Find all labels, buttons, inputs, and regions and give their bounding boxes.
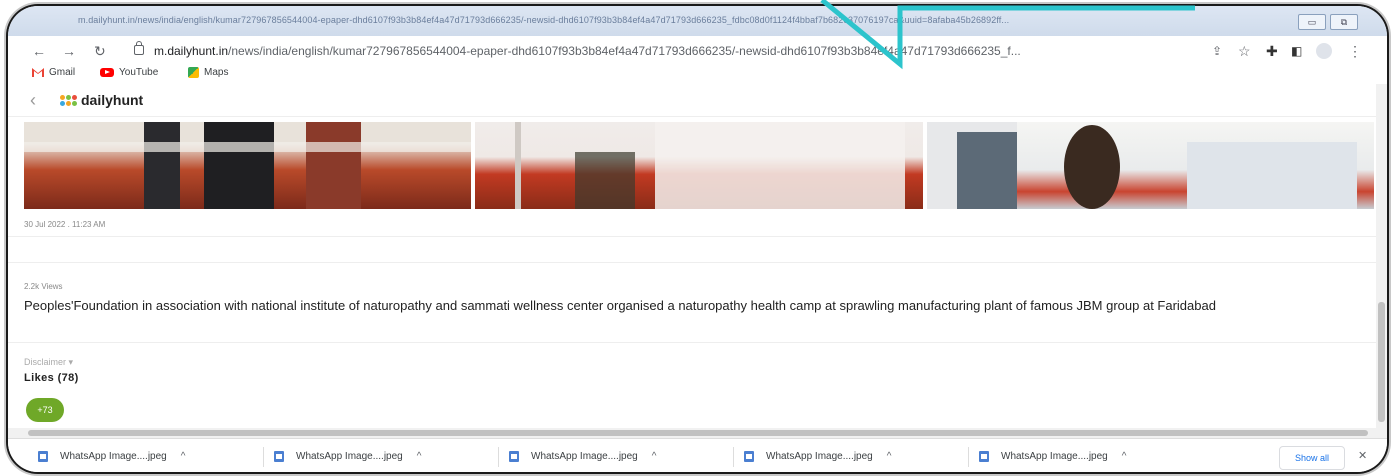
photo-seated-attendees: [926, 122, 1357, 209]
divider: [733, 447, 734, 467]
side-panel-icon[interactable]: ◧: [1291, 44, 1302, 58]
restore-icon[interactable]: ⧉: [1330, 14, 1358, 30]
photo-people-standing: [24, 122, 472, 209]
photo-gallery: [24, 122, 1374, 209]
bookmark-label: Maps: [204, 67, 229, 78]
bookmark-star-icon[interactable]: ☆: [1238, 44, 1251, 58]
download-item[interactable]: WhatsApp Image....jpeg ^: [509, 446, 656, 466]
minimize-icon[interactable]: ▭: [1298, 14, 1326, 30]
divider: [263, 447, 264, 467]
divider: [8, 236, 1376, 237]
scrollbar-thumb[interactable]: [28, 430, 1368, 436]
bookmark-maps[interactable]: Maps: [188, 67, 228, 78]
chevron-up-icon[interactable]: ^: [1122, 451, 1127, 462]
divider: [8, 342, 1376, 343]
bookmark-label: YouTube: [119, 67, 159, 78]
url-host: m.dailyhunt.in: [154, 44, 229, 58]
browser-window: m.dailyhunt.in/news/india/english/kumar7…: [8, 6, 1387, 472]
share-icon[interactable]: ⇪: [1212, 44, 1222, 58]
image-file-icon: [274, 450, 284, 462]
gmail-icon: [32, 68, 44, 77]
divider: [8, 262, 1376, 263]
download-filename: WhatsApp Image....jpeg: [531, 450, 638, 462]
likes-heading: Likes (78): [24, 372, 79, 384]
download-filename: WhatsApp Image....jpeg: [296, 450, 403, 462]
vertical-scrollbar[interactable]: [1376, 84, 1387, 434]
address-bar[interactable]: m.dailyhunt.in/news/india/english/kumar7…: [124, 40, 1204, 62]
disclaimer-toggle[interactable]: Disclaimer ▾: [24, 357, 73, 368]
window-title-bar: m.dailyhunt.in/news/india/english/kumar7…: [8, 6, 1387, 36]
logo-dots-icon: [60, 94, 77, 106]
gallery-photo[interactable]: [24, 122, 472, 209]
window-title-url: m.dailyhunt.in/news/india/english/kumar7…: [78, 15, 1010, 25]
download-filename: WhatsApp Image....jpeg: [766, 450, 873, 462]
bookmarks-bar: Gmail YouTube Maps: [8, 64, 1387, 84]
downloads-bar: WhatsApp Image....jpeg ^ WhatsApp Image.…: [8, 438, 1387, 472]
maps-icon: [188, 67, 199, 78]
chevron-up-icon[interactable]: ^: [652, 451, 657, 462]
horizontal-scrollbar[interactable]: [8, 428, 1387, 438]
bookmark-gmail[interactable]: Gmail: [32, 67, 75, 78]
download-filename: WhatsApp Image....jpeg: [1001, 450, 1108, 462]
site-header: ‹ dailyhunt: [8, 84, 1376, 117]
chevron-up-icon[interactable]: ^: [417, 451, 422, 462]
profile-avatar-icon[interactable]: [1316, 43, 1332, 59]
back-chevron-icon[interactable]: ‹: [30, 90, 36, 111]
article-datetime: 30 Jul 2022 . 11:23 AM: [24, 220, 106, 229]
lock-icon: [134, 41, 144, 55]
bookmark-label: Gmail: [49, 67, 76, 78]
gallery-photo[interactable]: [475, 122, 923, 209]
chevron-up-icon[interactable]: ^: [887, 451, 892, 462]
download-item[interactable]: WhatsApp Image....jpeg ^: [979, 446, 1126, 466]
download-filename: WhatsApp Image....jpeg: [60, 450, 167, 462]
youtube-icon: [100, 68, 114, 77]
forward-arrow-icon[interactable]: →: [62, 44, 76, 58]
url-path: /news/india/english/kumar727967856544004…: [228, 44, 1021, 58]
download-item[interactable]: WhatsApp Image....jpeg ^: [38, 446, 185, 466]
image-file-icon: [979, 450, 989, 462]
gallery-photo[interactable]: [926, 122, 1374, 209]
photo-hall-tables: [515, 122, 906, 209]
scrollbar-thumb[interactable]: [1378, 302, 1385, 422]
back-arrow-icon[interactable]: ←: [32, 44, 46, 58]
logo-text: dailyhunt: [81, 92, 144, 108]
likes-avatar-bubble[interactable]: +73: [26, 398, 64, 422]
extensions-icon[interactable]: ✚: [1266, 44, 1278, 58]
reload-icon[interactable]: ↻: [94, 44, 106, 58]
url-text[interactable]: m.dailyhunt.in/news/india/english/kumar7…: [154, 44, 1194, 58]
bookmark-youtube[interactable]: YouTube: [100, 67, 158, 78]
download-item[interactable]: WhatsApp Image....jpeg ^: [274, 446, 421, 466]
page-content: ‹ dailyhunt 30 Jul 2022 . 11:23 AM 2.2k …: [8, 84, 1376, 436]
chevron-up-icon[interactable]: ^: [181, 451, 186, 462]
dailyhunt-logo[interactable]: dailyhunt: [60, 92, 143, 108]
close-icon[interactable]: ✕: [1358, 449, 1367, 462]
divider: [968, 447, 969, 467]
image-file-icon: [744, 450, 754, 462]
image-file-icon: [38, 450, 48, 462]
image-file-icon: [509, 450, 519, 462]
download-item[interactable]: WhatsApp Image....jpeg ^: [744, 446, 891, 466]
view-count: 2.2k Views: [24, 282, 63, 291]
article-description: Peoples'Foundation in association with n…: [24, 298, 1216, 313]
browser-toolbar: ← → ↻ m.dailyhunt.in/news/india/english/…: [8, 36, 1387, 66]
kebab-menu-icon[interactable]: ⋮: [1348, 44, 1362, 58]
divider: [498, 447, 499, 467]
show-all-downloads-button[interactable]: Show all: [1279, 446, 1345, 470]
